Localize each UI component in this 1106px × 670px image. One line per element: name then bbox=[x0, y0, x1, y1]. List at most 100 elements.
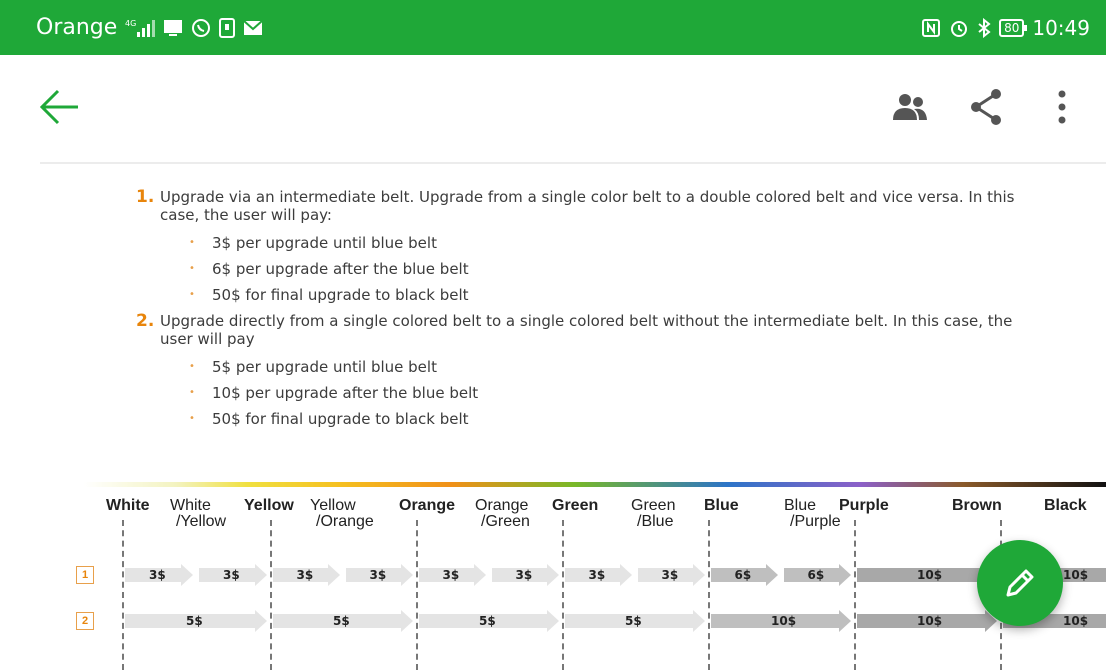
belt-header-blue-purple: Blue/Purple bbox=[784, 497, 841, 530]
bullet-text: 50$ for final upgrade to black belt bbox=[212, 410, 469, 428]
price-arrow-segment: 3$ bbox=[419, 564, 486, 586]
bullet-text: 5$ per upgrade until blue belt bbox=[212, 358, 437, 376]
price-label: 10$ bbox=[917, 614, 943, 628]
price-arrow-segment: 5$ bbox=[565, 610, 705, 632]
belt-header-white-yellow: White/Yellow bbox=[170, 497, 227, 530]
bullet-item: • 3$ per upgrade until blue belt bbox=[189, 234, 437, 252]
price-arrow-segment: 6$ bbox=[784, 564, 851, 586]
price-label: 3$ bbox=[223, 568, 240, 582]
list-item-2: 2. Upgrade directly from a single colore… bbox=[136, 312, 1100, 348]
price-arrow-segment: 10$ bbox=[711, 610, 851, 632]
status-left: Orange 4G bbox=[36, 0, 263, 55]
bullet-item: • 5$ per upgrade until blue belt bbox=[189, 358, 437, 376]
price-arrow-segment: 3$ bbox=[273, 564, 340, 586]
row-label: 2 bbox=[76, 612, 94, 630]
arrow-left-icon bbox=[39, 89, 78, 125]
bullet-text: 10$ per upgrade after the blue belt bbox=[212, 384, 479, 402]
row-label: 1 bbox=[76, 566, 94, 584]
belt-divider-line bbox=[122, 520, 124, 670]
price-label: 3$ bbox=[588, 568, 606, 582]
item-text-line: Upgrade directly from a single colored b… bbox=[160, 312, 1013, 330]
belt-header-green: Green bbox=[552, 497, 599, 514]
price-label: 5$ bbox=[333, 614, 350, 628]
item-text-line: case, the user will pay: bbox=[160, 206, 332, 224]
belt-divider-line bbox=[854, 520, 856, 670]
belt-header-yellow: Yellow bbox=[244, 497, 294, 514]
price-label: 3$ bbox=[369, 568, 387, 582]
belt-header-orange: Orange bbox=[399, 497, 456, 514]
belt-header-white: White bbox=[106, 497, 150, 514]
belt-upgrade-chart: White White/Yellow Yellow Yellow/Orange Oran… bbox=[76, 482, 1106, 670]
share-icon bbox=[971, 89, 1001, 125]
share-button[interactable] bbox=[958, 79, 1014, 135]
belt-divider-line bbox=[416, 520, 418, 670]
signal-icon: 4G bbox=[125, 18, 156, 38]
item-text-line: user will pay bbox=[160, 330, 255, 348]
download-notification-icon bbox=[219, 17, 236, 38]
price-label: 10$ bbox=[1063, 568, 1089, 582]
price-label: 5$ bbox=[479, 614, 496, 628]
list-item-1: 1. Upgrade via an intermediate belt. Upg… bbox=[136, 188, 1100, 224]
price-label: 10$ bbox=[771, 614, 797, 628]
bullet-icon: • bbox=[189, 263, 195, 274]
belt-header-blue: Blue bbox=[704, 497, 739, 514]
status-right: 80 10:49 bbox=[921, 0, 1090, 55]
belt-header-purple: Purple bbox=[839, 497, 889, 514]
belt-color-gradient bbox=[84, 482, 1106, 487]
price-arrow-segment: 5$ bbox=[125, 610, 267, 632]
toolbar-divider bbox=[40, 162, 1106, 164]
price-arrow-segment: 3$ bbox=[125, 564, 193, 586]
back-button[interactable] bbox=[38, 85, 82, 129]
edit-fab-button[interactable] bbox=[977, 540, 1063, 626]
price-label: 10$ bbox=[917, 568, 943, 582]
alarm-icon bbox=[949, 18, 969, 38]
screen-notification-icon bbox=[163, 19, 183, 37]
bullet-icon: • bbox=[189, 361, 195, 372]
price-arrow-segment: 3$ bbox=[199, 564, 267, 586]
battery-icon: 80 bbox=[999, 18, 1028, 37]
people-icon bbox=[893, 94, 927, 120]
price-arrow-segment: 5$ bbox=[273, 610, 413, 632]
price-label: 6$ bbox=[807, 568, 825, 582]
price-arrow-segment: 3$ bbox=[565, 564, 632, 586]
price-label: 3$ bbox=[661, 568, 679, 582]
bullet-icon: • bbox=[189, 289, 195, 300]
price-arrow-segment: 6$ bbox=[711, 564, 778, 586]
bullet-icon: • bbox=[189, 413, 195, 424]
nfc-icon bbox=[921, 18, 941, 38]
bluetooth-icon bbox=[977, 17, 991, 38]
belt-header-yellow-orange: Yellow/Orange bbox=[310, 497, 374, 530]
bullet-text: 6$ per upgrade after the blue belt bbox=[212, 260, 469, 278]
status-bar: Orange 4G 80 10:49 bbox=[0, 0, 1106, 55]
bullet-icon: • bbox=[189, 237, 195, 248]
belt-header-brown: Brown bbox=[952, 497, 1002, 514]
price-label: 10$ bbox=[1063, 614, 1089, 628]
bullet-icon: • bbox=[189, 387, 195, 398]
belt-divider-line bbox=[708, 520, 710, 670]
carrier-name: Orange bbox=[36, 15, 118, 40]
pencil-icon bbox=[1006, 569, 1034, 597]
item-number: 2. bbox=[136, 311, 155, 331]
item-number: 1. bbox=[136, 187, 155, 207]
price-arrow-segment: 10$ bbox=[857, 564, 997, 586]
clock: 10:49 bbox=[1032, 15, 1090, 40]
belt-divider-line bbox=[270, 520, 272, 670]
app-toolbar bbox=[0, 55, 1106, 159]
price-label: 3$ bbox=[515, 568, 533, 582]
price-label: 3$ bbox=[149, 568, 166, 582]
belt-header-orange-green: Orange/Green bbox=[475, 497, 530, 530]
people-button[interactable] bbox=[882, 79, 938, 135]
item-text-line: Upgrade via an intermediate belt. Upgrad… bbox=[160, 188, 1015, 206]
belt-header-black: Black bbox=[1044, 497, 1087, 514]
bullet-item: • 6$ per upgrade after the blue belt bbox=[189, 260, 469, 278]
price-label: 6$ bbox=[734, 568, 752, 582]
price-arrow-segment: 3$ bbox=[638, 564, 705, 586]
mail-icon bbox=[243, 19, 263, 36]
more-button[interactable] bbox=[1034, 79, 1090, 135]
price-label: 3$ bbox=[296, 568, 314, 582]
whatsapp-icon bbox=[191, 18, 211, 38]
price-label: 5$ bbox=[625, 614, 642, 628]
bullet-item: • 50$ for final upgrade to black belt bbox=[189, 286, 469, 304]
price-arrow-segment: 3$ bbox=[492, 564, 559, 586]
toolbar-actions bbox=[862, 79, 1090, 135]
